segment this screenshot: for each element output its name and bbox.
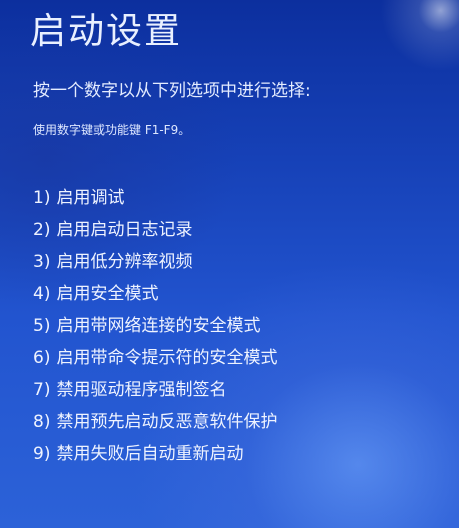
option-number: 3) [33,252,51,272]
option-number: 7) [33,380,51,400]
option-number: 6) [33,348,51,368]
option-number: 4) [33,284,51,304]
option-disable-driver-signature-enforcement[interactable]: 7) 禁用驱动程序强制签名 [33,374,277,406]
option-label: 启用调试 [56,188,125,208]
startup-settings-screen: 启动设置 按一个数字以从下列选项中进行选择: 使用数字键或功能键 F1-F9。 … [0,0,459,528]
option-label: 启用带网络连接的安全模式 [56,316,261,336]
option-safe-mode-with-networking[interactable]: 5) 启用带网络连接的安全模式 [33,310,277,342]
startup-options-list: 1) 启用调试 2) 启用启动日志记录 3) 启用低分辨率视频 4) 启用安全模式 5)… [33,182,277,470]
page-title: 启动设置 [30,11,183,52]
option-number: 9) [33,444,51,464]
option-label: 启用安全模式 [56,284,159,304]
option-disable-automatic-restart[interactable]: 9) 禁用失败后自动重新启动 [33,438,277,470]
option-enable-low-resolution-video[interactable]: 3) 启用低分辨率视频 [33,246,277,278]
option-enable-safe-mode[interactable]: 4) 启用安全模式 [33,278,277,310]
key-hint: 使用数字键或功能键 F1-F9。 [33,123,191,137]
option-number: 8) [33,412,51,432]
option-disable-early-launch-anti-malware[interactable]: 8) 禁用预先启动反恶意软件保护 [33,406,277,438]
option-number: 2) [33,220,51,240]
option-label: 禁用失败后自动重新启动 [56,444,244,464]
option-label: 启用低分辨率视频 [56,252,193,272]
option-enable-boot-logging[interactable]: 2) 启用启动日志记录 [33,214,277,246]
option-number: 1) [33,188,51,208]
option-label: 启用启动日志记录 [56,220,193,240]
option-number: 5) [33,316,51,336]
option-label: 禁用驱动程序强制签名 [56,380,227,400]
option-label: 启用带命令提示符的安全模式 [56,348,278,368]
option-enable-debugging[interactable]: 1) 启用调试 [33,182,277,214]
option-safe-mode-with-command-prompt[interactable]: 6) 启用带命令提示符的安全模式 [33,342,277,374]
selection-prompt: 按一个数字以从下列选项中进行选择: [33,81,311,101]
option-label: 禁用预先启动反恶意软件保护 [56,412,278,432]
